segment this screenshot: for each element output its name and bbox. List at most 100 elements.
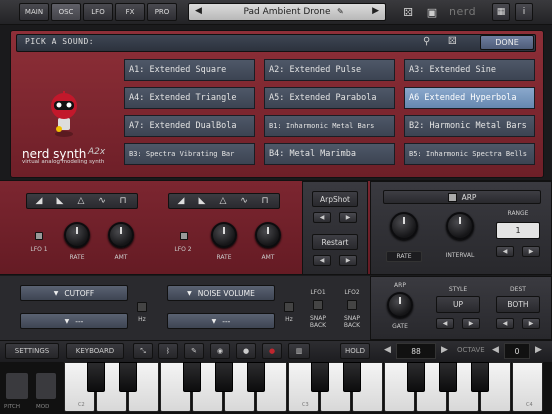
mod-wheel[interactable] bbox=[35, 372, 57, 400]
pencil-icon[interactable]: ✎ bbox=[184, 343, 204, 359]
arp-style-value[interactable]: UP bbox=[436, 296, 480, 313]
lfo2-amount-knob[interactable] bbox=[255, 222, 281, 248]
style-prev-icon[interactable]: ◀ bbox=[436, 318, 454, 329]
preset-item[interactable]: B2: Harmonic Metal Bars bbox=[404, 115, 535, 137]
saw-down-wave-icon[interactable]: ◣ bbox=[52, 195, 68, 207]
preset-item[interactable]: B3: Spectra Vibrating Bar bbox=[124, 143, 255, 165]
preset-item[interactable]: A7: Extended DualBola bbox=[124, 115, 255, 137]
lfo1-amount-knob[interactable] bbox=[108, 222, 134, 248]
saw-up-wave-icon[interactable]: ◢ bbox=[173, 195, 189, 207]
info-icon[interactable]: i bbox=[515, 3, 533, 21]
arp-gate-knob[interactable] bbox=[387, 292, 413, 318]
preset-edit-icon[interactable]: ✎ bbox=[337, 7, 344, 16]
black-key[interactable] bbox=[343, 362, 361, 392]
lfo1-rate-knob[interactable] bbox=[64, 222, 90, 248]
black-key[interactable] bbox=[183, 362, 201, 392]
record-icon[interactable]: ● bbox=[262, 343, 282, 359]
arpshot-next-icon[interactable]: ▶ bbox=[339, 212, 357, 223]
dest-next-icon[interactable]: ▶ bbox=[522, 318, 540, 329]
lfo2-hz-toggle[interactable] bbox=[284, 302, 294, 312]
snapback-lfo2-toggle[interactable] bbox=[347, 300, 357, 310]
lfo2-destination-dropdown[interactable]: ▼ NOISE VOLUME bbox=[167, 285, 275, 301]
dice-icon[interactable]: ⚄ bbox=[400, 4, 416, 20]
lfo1-destination2-dropdown[interactable]: ▼ --- bbox=[20, 313, 128, 329]
style-next-icon[interactable]: ▶ bbox=[462, 318, 480, 329]
triangle-wave-icon[interactable]: △ bbox=[73, 195, 89, 207]
preset-item[interactable]: A4: Extended Triangle bbox=[124, 87, 255, 109]
keyboard-button[interactable]: KEYBOARD bbox=[66, 343, 124, 359]
arpshot-prev-icon[interactable]: ◀ bbox=[313, 212, 331, 223]
black-key[interactable] bbox=[215, 362, 233, 392]
done-button[interactable]: DONE bbox=[480, 35, 534, 50]
square-wave-icon[interactable]: ⊓ bbox=[257, 195, 273, 207]
preset-item[interactable]: A2: Extended Pulse bbox=[264, 59, 395, 81]
preset-item[interactable]: B4: Metal Marimba bbox=[264, 143, 395, 165]
preset-item[interactable]: A1: Extended Square bbox=[124, 59, 255, 81]
arpshot-button[interactable]: ArpShot bbox=[312, 191, 358, 207]
tab-fx[interactable]: FX bbox=[115, 3, 145, 21]
arp-toggle[interactable]: ARP bbox=[383, 190, 541, 204]
arp-range-value[interactable]: 1 bbox=[496, 222, 540, 239]
snapback-lfo1-toggle[interactable] bbox=[313, 300, 323, 310]
tab-osc[interactable]: OSC bbox=[51, 3, 81, 21]
restart-button[interactable]: Restart bbox=[312, 234, 358, 250]
triangle-wave-icon[interactable]: △ bbox=[215, 195, 231, 207]
tempo-up-icon[interactable]: ▶ bbox=[441, 345, 448, 355]
arp-interval-knob[interactable] bbox=[446, 212, 474, 240]
tempo-field[interactable]: 88 bbox=[396, 343, 436, 359]
search-icon[interactable]: ⚲ bbox=[423, 36, 430, 47]
saw-up-wave-icon[interactable]: ◢ bbox=[31, 195, 47, 207]
range-up-icon[interactable]: ▶ bbox=[522, 246, 540, 257]
grid-menu-icon[interactable]: ▦ bbox=[492, 3, 510, 21]
black-key[interactable] bbox=[247, 362, 265, 392]
tab-pro[interactable]: PRO bbox=[147, 3, 177, 21]
black-key[interactable] bbox=[311, 362, 329, 392]
tab-main[interactable]: MAIN bbox=[19, 3, 49, 21]
black-key[interactable] bbox=[439, 362, 457, 392]
pitch-wheel[interactable] bbox=[5, 372, 29, 400]
next-preset-icon[interactable]: ▶ bbox=[372, 6, 379, 16]
lfo1-hz-toggle[interactable] bbox=[137, 302, 147, 312]
preset-item-selected[interactable]: A6 Extended Hyperbola bbox=[404, 87, 535, 109]
expand-icon[interactable]: ⤡ bbox=[133, 343, 153, 359]
black-key[interactable] bbox=[119, 362, 137, 392]
lfo2-waveform-selector[interactable]: ◢ ◣ △ ∿ ⊓ bbox=[168, 193, 280, 209]
dest-prev-icon[interactable]: ◀ bbox=[496, 318, 514, 329]
octave-field[interactable]: 0 bbox=[504, 343, 530, 359]
bluetooth-icon[interactable]: ᛒ bbox=[158, 343, 178, 359]
square-wave-icon[interactable]: ⊓ bbox=[115, 195, 131, 207]
range-down-icon[interactable]: ◀ bbox=[496, 246, 514, 257]
sine-wave-icon[interactable]: ∿ bbox=[236, 195, 252, 207]
settings-button[interactable]: SETTINGS bbox=[5, 343, 59, 359]
audio-icon[interactable]: ◉ bbox=[210, 343, 230, 359]
hold-button[interactable]: HOLD bbox=[340, 343, 370, 359]
black-key[interactable] bbox=[87, 362, 105, 392]
arp-rate-knob[interactable] bbox=[390, 212, 418, 240]
arp-dest-value[interactable]: BOTH bbox=[496, 296, 540, 313]
lfo2-rate-knob[interactable] bbox=[211, 222, 237, 248]
tab-lfo[interactable]: LFO bbox=[83, 3, 113, 21]
stop-icon[interactable]: ● bbox=[236, 343, 256, 359]
preset-item[interactable]: B5: Inharmonic Spectra Bells bbox=[404, 143, 535, 165]
octave-up-icon[interactable]: ▶ bbox=[535, 345, 542, 355]
preset-item[interactable]: A3: Extended Sine bbox=[404, 59, 535, 81]
sine-wave-icon[interactable]: ∿ bbox=[94, 195, 110, 207]
preset-selector[interactable]: ◀ Pad Ambient Drone ✎ ▶ bbox=[188, 3, 386, 21]
lfo1-led[interactable] bbox=[35, 232, 43, 240]
lfo2-led[interactable] bbox=[180, 232, 188, 240]
lfo1-waveform-selector[interactable]: ◢ ◣ △ ∿ ⊓ bbox=[26, 193, 138, 209]
saw-down-wave-icon[interactable]: ◣ bbox=[194, 195, 210, 207]
restart-next-icon[interactable]: ▶ bbox=[339, 255, 357, 266]
save-icon[interactable]: ▣ bbox=[424, 4, 440, 20]
octave-down-icon[interactable]: ◀ bbox=[492, 345, 499, 355]
preset-item[interactable]: B1: Inharmonic Metal Bars bbox=[264, 115, 395, 137]
black-key[interactable] bbox=[407, 362, 425, 392]
restart-prev-icon[interactable]: ◀ bbox=[313, 255, 331, 266]
black-key[interactable] bbox=[471, 362, 489, 392]
random-icon[interactable]: ⚄ bbox=[448, 36, 457, 47]
lfo1-destination-dropdown[interactable]: ▼ CUTOFF bbox=[20, 285, 128, 301]
tempo-down-icon[interactable]: ◀ bbox=[384, 345, 391, 355]
preset-item[interactable]: A5: Extended Parabola bbox=[264, 87, 395, 109]
lfo2-destination2-dropdown[interactable]: ▼ --- bbox=[167, 313, 275, 329]
piano-icon[interactable]: ▥ bbox=[288, 343, 310, 359]
